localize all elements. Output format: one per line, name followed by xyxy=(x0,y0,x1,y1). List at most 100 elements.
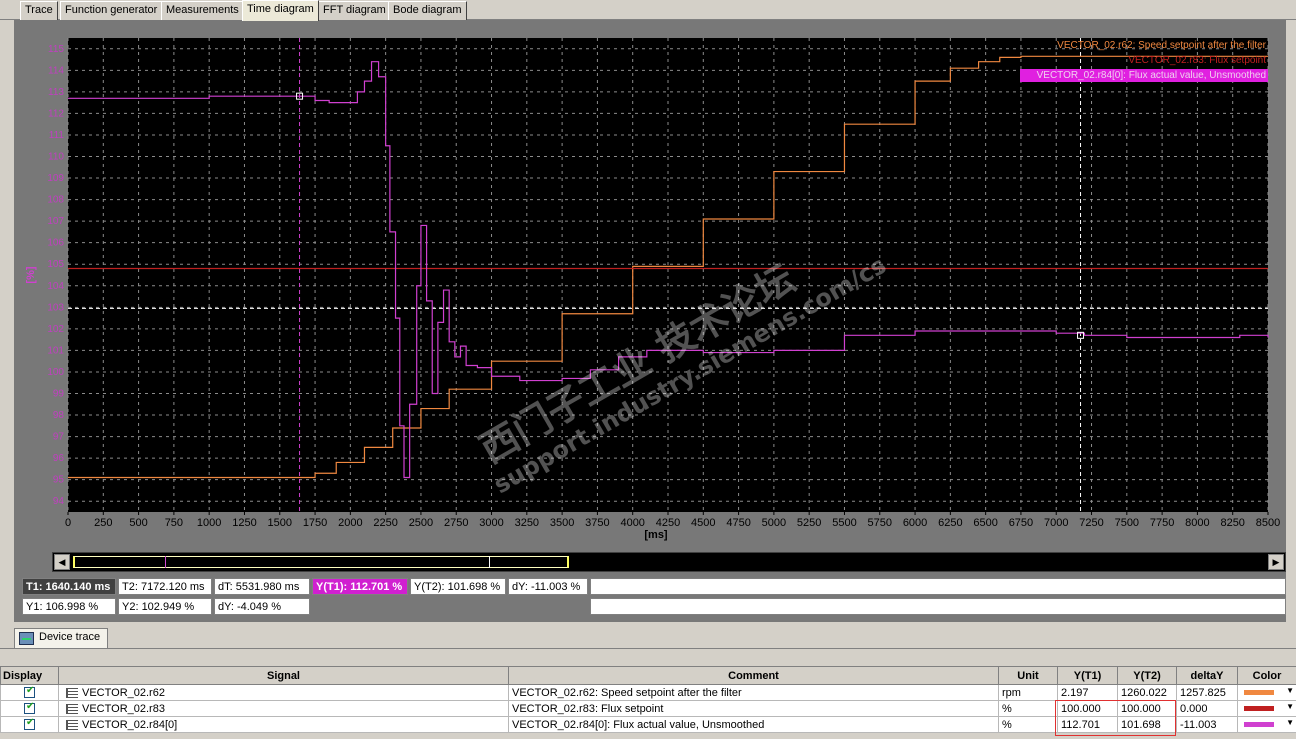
x-tick-label: 2500 xyxy=(409,517,433,529)
legend-item: VECTOR_02.r62: Speed setpoint after the … xyxy=(1057,40,1266,51)
x-tick-label: 6250 xyxy=(938,517,962,529)
col-yt2[interactable]: Y(T2) xyxy=(1117,666,1177,685)
panel-separator xyxy=(0,648,1296,666)
readout-dy-t: dY: -11.003 % xyxy=(508,578,588,595)
tab-trace[interactable]: Trace xyxy=(20,1,58,20)
tab-function-generator[interactable]: Function generator xyxy=(60,1,163,20)
signal-yt2: 101.698 xyxy=(1117,716,1177,733)
signal-icon xyxy=(66,703,78,714)
x-tick-label: 4250 xyxy=(656,517,680,529)
x-tick-label: 500 xyxy=(129,517,147,529)
x-tick-label: 5500 xyxy=(832,517,856,529)
color-swatch xyxy=(1244,706,1274,712)
color-picker[interactable]: ▼ xyxy=(1237,716,1296,733)
y-tick-label: 97 xyxy=(53,432,65,443)
x-tick-label: 7500 xyxy=(1115,517,1139,529)
x-tick-label: 4750 xyxy=(726,517,750,529)
tab-bode-diagram[interactable]: Bode diagram xyxy=(388,1,467,20)
x-tick-label: 7000 xyxy=(1044,517,1068,529)
readout-yt2: Y(T2): 101.698 % xyxy=(410,578,506,595)
x-tick-label: 1500 xyxy=(268,517,292,529)
col-unit[interactable]: Unit xyxy=(998,666,1058,685)
tab-fft-diagram[interactable]: FFT diagram xyxy=(318,1,391,20)
signal-table: Display Signal Comment Unit Y(T1) Y(T2) … xyxy=(0,666,1296,733)
x-axis-label: [ms] xyxy=(644,529,668,541)
y-tick-label: 105 xyxy=(47,259,64,270)
time-scrollbar[interactable]: ◀ ▶ xyxy=(52,552,1286,572)
x-tick-label: 8250 xyxy=(1220,517,1244,529)
readout-spare-1 xyxy=(590,578,1286,595)
tab-measurements[interactable]: Measurements xyxy=(161,1,244,20)
x-tick-label: 750 xyxy=(165,517,183,529)
scroll-right-arrow-icon[interactable]: ▶ xyxy=(1268,554,1284,570)
display-checkbox[interactable] xyxy=(24,718,35,731)
color-swatch xyxy=(1244,722,1274,728)
y-tick-label: 107 xyxy=(47,216,64,227)
x-tick-label: 3000 xyxy=(479,517,503,529)
scroll-thumb[interactable] xyxy=(73,556,569,568)
scroll-left-arrow-icon[interactable]: ◀ xyxy=(54,554,70,570)
y-tick-label: 111 xyxy=(49,130,65,141)
y-tick-label: 96 xyxy=(53,453,65,464)
display-checkbox[interactable] xyxy=(24,702,35,715)
readout-spare-2 xyxy=(590,598,1286,615)
color-picker[interactable]: ▼ xyxy=(1237,684,1296,701)
readout-dy: dY: -4.049 % xyxy=(214,598,310,615)
device-trace-icon xyxy=(19,632,34,645)
time-diagram-chart[interactable]: 0 250 500 750 1000 1250 1500 1750 2000 2250 2500 27… xyxy=(20,24,1282,552)
x-tick-label: 3250 xyxy=(515,517,539,529)
x-tick-label: 250 xyxy=(94,517,112,529)
signal-comment: VECTOR_02.r84[0]: Flux actual value, Uns… xyxy=(508,716,999,733)
left-gutter xyxy=(0,20,14,624)
color-picker[interactable]: ▼ xyxy=(1237,700,1296,717)
y-tick-label: 112 xyxy=(48,108,64,119)
signal-unit: % xyxy=(998,716,1058,733)
y-tick-label: 108 xyxy=(47,195,64,206)
y-tick-label: 113 xyxy=(48,87,64,98)
dropdown-arrow-icon[interactable]: ▼ xyxy=(1286,686,1294,695)
cursor-t1-marker xyxy=(165,556,166,568)
signal-unit: rpm xyxy=(998,684,1058,701)
tab-device-trace[interactable]: Device trace xyxy=(14,628,108,648)
y-tick-label: 115 xyxy=(48,44,64,55)
color-swatch xyxy=(1244,690,1274,696)
x-tick-label: 4500 xyxy=(691,517,715,529)
x-tick-label: 2750 xyxy=(444,517,468,529)
signal-deltay: 1257.825 xyxy=(1176,684,1238,701)
y-tick-label: 109 xyxy=(47,173,64,184)
y-axis-label: [%] xyxy=(25,266,37,283)
col-comment[interactable]: Comment xyxy=(508,666,999,685)
signal-comment: VECTOR_02.r83: Flux setpoint xyxy=(508,700,999,717)
signal-name: VECTOR_02.r83 xyxy=(82,702,165,715)
y-tick-label: 99 xyxy=(53,389,65,400)
signal-name: VECTOR_02.r84[0] xyxy=(82,718,178,731)
x-tick-label: 3500 xyxy=(550,517,574,529)
dropdown-arrow-icon[interactable]: ▼ xyxy=(1286,718,1294,727)
table-row: VECTOR_02.r62 VECTOR_02.r62: Speed setpo… xyxy=(0,684,1296,701)
display-checkbox[interactable] xyxy=(24,686,35,699)
col-display[interactable]: Display xyxy=(0,666,59,685)
dropdown-arrow-icon[interactable]: ▼ xyxy=(1286,702,1294,711)
readout-y2: Y2: 102.949 % xyxy=(118,598,212,615)
y-tick-label: 98 xyxy=(53,410,65,421)
signal-icon xyxy=(66,719,78,730)
y-tick-label: 101 xyxy=(47,345,64,356)
col-deltay[interactable]: deltaY xyxy=(1176,666,1238,685)
y-tick-label: 94 xyxy=(53,496,65,507)
tab-time-diagram[interactable]: Time diagram xyxy=(242,0,319,21)
readout-yt1: Y(T1): 112.701 % xyxy=(312,578,408,595)
col-yt1[interactable]: Y(T1) xyxy=(1057,666,1118,685)
col-color[interactable]: Color xyxy=(1237,666,1296,685)
y-tick-label: 100 xyxy=(47,367,64,378)
table-row: VECTOR_02.r83 VECTOR_02.r83: Flux setpoi… xyxy=(0,700,1296,717)
signal-yt1: 2.197 xyxy=(1057,684,1118,701)
x-tick-label: 1750 xyxy=(303,517,327,529)
legend-item: VECTOR_02.r83: Flux setpoint xyxy=(1128,55,1266,66)
y-tick-label: 104 xyxy=(47,281,64,292)
col-signal[interactable]: Signal xyxy=(58,666,509,685)
x-tick-label: 6000 xyxy=(903,517,927,529)
x-tick-label: 6500 xyxy=(973,517,997,529)
x-tick-label: 2000 xyxy=(338,517,362,529)
readout-y1: Y1: 106.998 % xyxy=(22,598,116,615)
signal-yt1: 112.701 xyxy=(1057,716,1118,733)
